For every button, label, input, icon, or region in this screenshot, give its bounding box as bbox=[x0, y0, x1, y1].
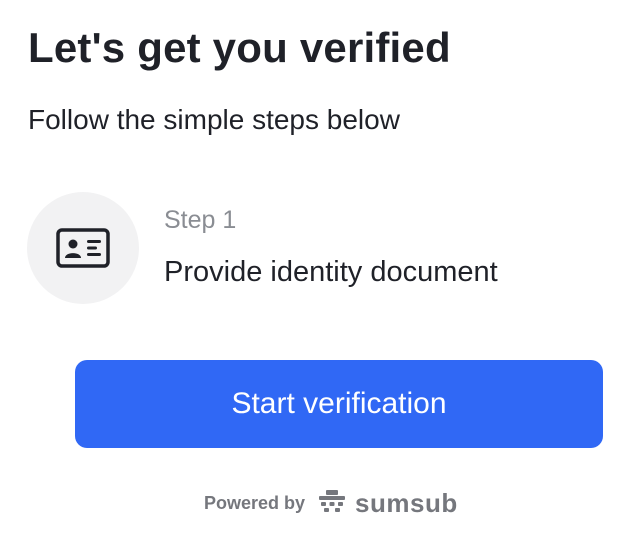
powered-by-footer: Powered by sumsub bbox=[204, 488, 458, 518]
step-number: Step 1 bbox=[164, 206, 237, 234]
sumsub-logo-icon bbox=[317, 489, 347, 518]
step-item: Step 1 Provide identity document bbox=[27, 192, 607, 304]
page-title: Let's get you verified bbox=[28, 24, 451, 71]
step-icon-container bbox=[27, 192, 139, 304]
id-card-icon bbox=[56, 228, 110, 268]
brand-name: sumsub bbox=[355, 487, 458, 518]
step-label: Provide identity document bbox=[164, 256, 498, 288]
start-verification-button[interactable]: Start verification bbox=[75, 360, 603, 448]
page-subtitle: Follow the simple steps below bbox=[28, 104, 400, 135]
verification-page: Let's get you verified Follow the simple… bbox=[0, 0, 632, 542]
powered-by-label: Powered by bbox=[204, 492, 306, 513]
